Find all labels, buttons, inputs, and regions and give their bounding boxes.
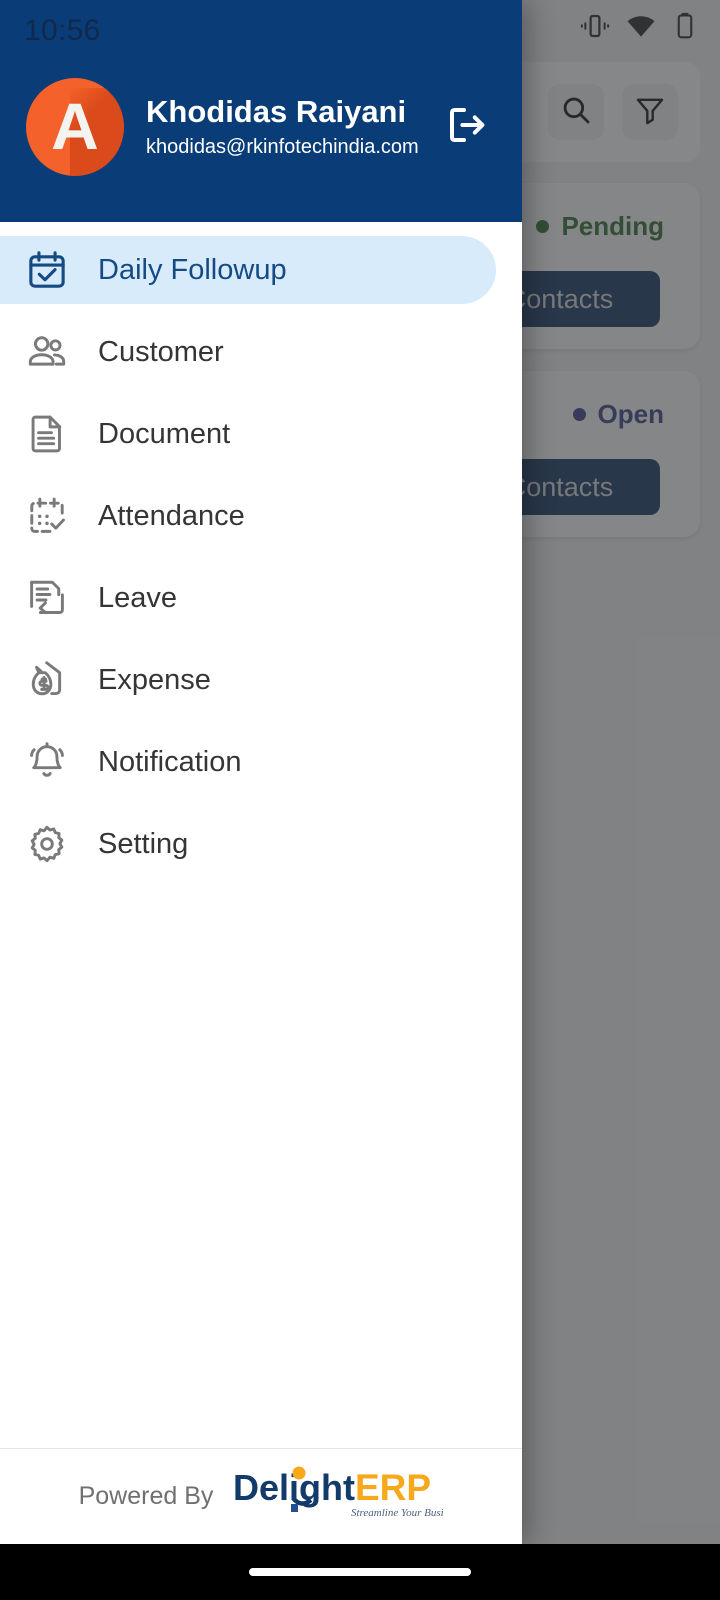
menu-item-label: Customer (98, 335, 224, 368)
bell-icon (24, 739, 70, 785)
delight-erp-logo: Delight ERP Streamline Your Business... (233, 1464, 471, 1529)
profile-row[interactable]: A Khodidas Raiyani khodidas@rkinfotechin… (0, 78, 522, 176)
profile-email: khodidas@rkinfotechindia.com (146, 135, 419, 158)
avatar-letter: A (51, 89, 99, 163)
status-bar-clock: 10:56 (24, 14, 101, 47)
menu-item-daily-followup[interactable]: Daily Followup (0, 236, 496, 304)
menu-item-expense[interactable]: Expense (0, 646, 522, 714)
system-navigation-bar (0, 1544, 720, 1600)
menu-item-label: Document (98, 417, 231, 450)
profile-text: Khodidas Raiyani khodidas@rkinfotechindi… (124, 94, 438, 160)
money-bag-icon (24, 657, 70, 703)
logo-square (291, 1504, 299, 1512)
avatar[interactable]: A (26, 78, 124, 176)
logout-icon (442, 101, 490, 154)
powered-by-label: Powered By (78, 1482, 214, 1510)
drawer-footer: Powered By Delight ERP Streamline Your B… (0, 1448, 522, 1544)
logout-button[interactable] (438, 99, 494, 155)
users-icon (24, 329, 70, 375)
leave-request-icon (24, 575, 70, 621)
gear-icon (24, 821, 70, 867)
calendar-check-icon (24, 247, 70, 293)
menu-item-attendance[interactable]: Attendance (0, 482, 522, 550)
brand-part2-text: ERP (355, 1467, 431, 1508)
profile-name: Khodidas Raiyani (146, 94, 407, 130)
menu-item-label: Daily Followup (98, 253, 287, 286)
menu-item-setting[interactable]: Setting (0, 810, 522, 878)
drawer-menu-list: Daily Followup Customer Document Attenda… (0, 222, 522, 1448)
menu-item-document[interactable]: Document (0, 400, 522, 468)
app-screen: Pending Contacts Open Contacts 10:56 A (0, 0, 720, 1600)
drawer-header: 10:56 A Khodidas Raiyani khodidas@rkinfo… (0, 0, 522, 222)
home-indicator[interactable] (249, 1568, 471, 1576)
logo-dot (292, 1466, 306, 1480)
menu-item-leave[interactable]: Leave (0, 564, 522, 632)
menu-item-label: Leave (98, 581, 178, 614)
navigation-drawer: 10:56 A Khodidas Raiyani khodidas@rkinfo… (0, 0, 522, 1544)
menu-item-label: Notification (98, 745, 242, 778)
menu-item-label: Expense (98, 663, 211, 696)
brand-tagline-text: Streamline Your Business... (351, 1507, 443, 1519)
menu-item-label: Setting (98, 827, 189, 860)
menu-item-notification[interactable]: Notification (0, 728, 522, 796)
document-icon (24, 411, 70, 457)
menu-item-customer[interactable]: Customer (0, 318, 522, 386)
calendar-dots-check-icon (24, 493, 70, 539)
menu-item-label: Attendance (98, 499, 245, 532)
